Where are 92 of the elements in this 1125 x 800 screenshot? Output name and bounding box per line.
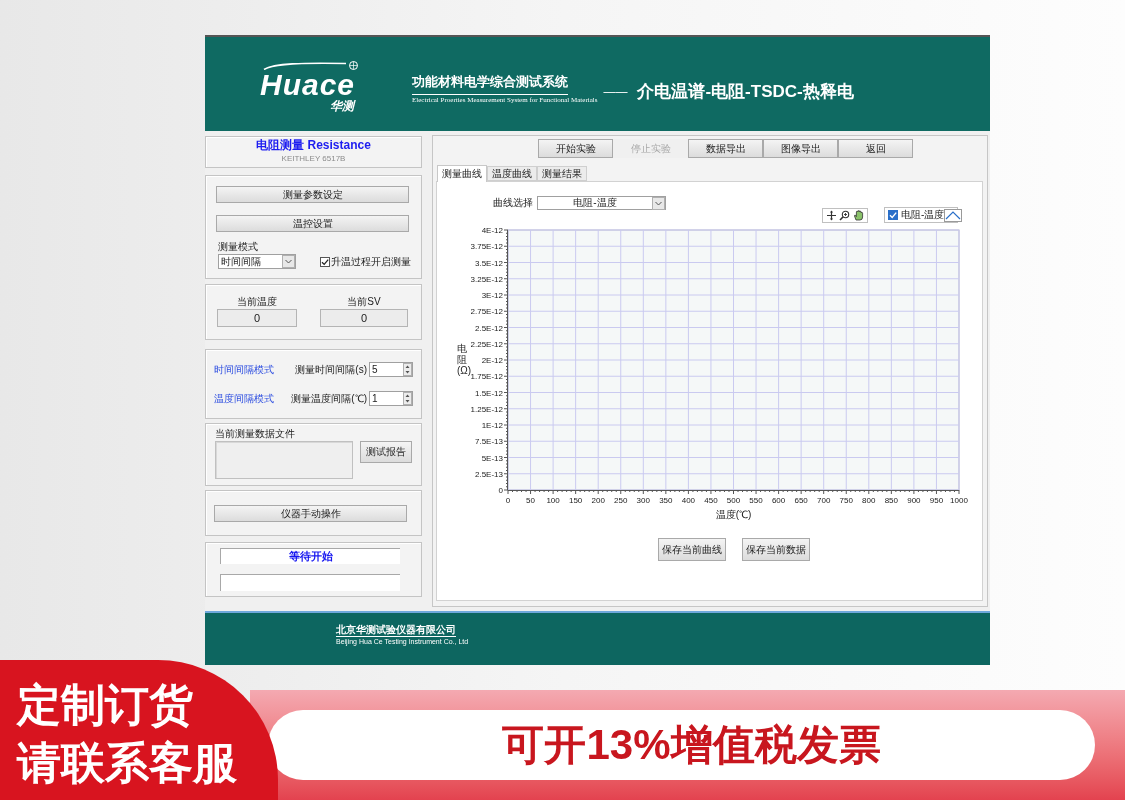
- x-tick-label: 700: [817, 496, 831, 505]
- value-display: 0: [217, 309, 297, 327]
- value-display: 0: [320, 309, 408, 327]
- status-display: 等待开始: [220, 548, 400, 564]
- x-tick-label: 550: [749, 496, 763, 505]
- badge-text: 请联系客服: [17, 737, 237, 789]
- logo-subtext: 华测: [330, 100, 354, 112]
- spin-arrows-icon[interactable]: [403, 392, 412, 405]
- y-tick-label: 3.25E-12: [471, 274, 503, 284]
- tab[interactable]: 温度曲线: [487, 166, 537, 181]
- y-tick-label: 1.25E-12: [471, 404, 503, 414]
- save-button[interactable]: 保存当前数据: [742, 538, 810, 561]
- field-label: 当前测量数据文件: [215, 428, 295, 440]
- save-button[interactable]: 保存当前曲线: [658, 538, 726, 561]
- title-separator: ——: [603, 84, 628, 101]
- hand-icon[interactable]: [852, 209, 864, 221]
- toolbar-button[interactable]: 图像导出: [763, 139, 838, 158]
- y-tick-label: 3.75E-12: [471, 242, 503, 252]
- toolbar-button[interactable]: 开始实验: [538, 139, 613, 158]
- tab[interactable]: 测量结果: [537, 166, 587, 181]
- field-label: 测量温度间隔(℃): [291, 393, 367, 404]
- logo-text: Huace: [259, 70, 356, 100]
- number-field[interactable]: 1: [369, 391, 413, 406]
- y-tick-label: 2.5E-12: [474, 323, 503, 333]
- number-field[interactable]: 5: [369, 362, 413, 377]
- manual-operation-button[interactable]: 仪器手动操作: [214, 505, 407, 522]
- y-tick-label: 1E-12: [481, 421, 503, 430]
- field-label: 测量模式: [218, 241, 258, 253]
- field-label: 曲线选择: [493, 198, 533, 208]
- chevron-down-icon: [282, 255, 295, 268]
- curve-dropdown[interactable]: 电阻-温度: [537, 196, 666, 210]
- line-style-icon[interactable]: [944, 208, 963, 222]
- x-axis-label: 温度(℃): [715, 509, 752, 520]
- x-tick-label: 950: [929, 496, 944, 505]
- badge-text: 定制订货: [17, 679, 193, 731]
- y-tick-label: 2.25E-12: [471, 339, 503, 349]
- x-tick-label: 500: [726, 496, 741, 505]
- module-title: 电阻测量 Resistance: [256, 138, 371, 153]
- checkbox[interactable]: [320, 256, 330, 267]
- y-tick-label: 1.75E-12: [471, 372, 503, 382]
- x-tick-label: 750: [839, 496, 853, 505]
- y-tick-label: 4E-12: [481, 226, 503, 235]
- report-button[interactable]: 测试报告: [360, 441, 412, 463]
- toolbar-button[interactable]: 数据导出: [688, 139, 763, 158]
- x-tick-label: 800: [862, 496, 876, 505]
- x-tick-label: 50: [526, 496, 535, 505]
- x-tick-label: 250: [614, 496, 628, 505]
- legend-label: 电阻-温度: [901, 210, 945, 220]
- field-label: 测量时间间隔(s): [295, 364, 367, 375]
- tab[interactable]: 测量曲线: [437, 165, 487, 182]
- app-title: 功能材料电学综合测试系统: [412, 70, 568, 95]
- x-tick-label: 0: [505, 496, 511, 505]
- x-tick-label: 100: [546, 496, 560, 505]
- checkbox-label: 升温过程开启测量: [331, 256, 411, 267]
- instrument-name: KEITHLEY 6517B: [281, 153, 346, 164]
- y-tick-label: 7.5E-13: [474, 437, 503, 447]
- x-tick-label: 600: [771, 496, 786, 505]
- y-tick-label: 3.5E-12: [474, 258, 503, 268]
- setup-button[interactable]: 温控设置: [216, 215, 409, 232]
- y-tick-label: 2.5E-13: [474, 469, 503, 479]
- y-tick-label: 0: [498, 486, 503, 495]
- x-tick-label: 850: [884, 496, 899, 505]
- x-tick-label: 150: [568, 496, 583, 505]
- mode-label: 温度间隔模式: [214, 393, 274, 404]
- setup-button[interactable]: 测量参数设定: [216, 186, 409, 203]
- chevron-down-icon: [652, 196, 665, 210]
- mode-dropdown[interactable]: 时间间隔: [218, 254, 296, 269]
- y-tick-label: 5E-13: [481, 453, 503, 463]
- modes-title: 介电温谱-电阻-TSDC-热释电: [637, 82, 854, 102]
- company-name: 北京华测试验仪器有限公司: [336, 624, 456, 637]
- reading-label: 当前温度: [237, 296, 277, 308]
- y-tick-label: 2.75E-12: [471, 307, 503, 317]
- zoom-icon[interactable]: [839, 209, 851, 221]
- banner-text: 可开13%增值税发票: [502, 724, 881, 766]
- x-tick-label: 400: [681, 496, 696, 505]
- mode-label: 时间间隔模式: [214, 364, 274, 375]
- y-tick-label: 3E-12: [481, 291, 503, 300]
- y-tick-label: 1.5E-12: [474, 388, 503, 398]
- spin-arrows-icon[interactable]: [403, 363, 412, 376]
- reading-label: 当前SV: [347, 296, 381, 308]
- x-tick-label: 900: [907, 496, 921, 505]
- x-tick-label: 300: [636, 496, 650, 505]
- x-tick-label: 1000: [950, 496, 968, 505]
- crosshair-icon[interactable]: [826, 209, 838, 221]
- x-tick-label: 200: [591, 496, 605, 505]
- x-tick-label: 450: [704, 496, 718, 505]
- toolbar-button[interactable]: 返回: [838, 139, 913, 158]
- x-tick-label: 350: [659, 496, 673, 505]
- y-tick-label: 2E-12: [481, 356, 503, 365]
- x-tick-label: 650: [794, 496, 808, 505]
- swoosh-icon: [262, 62, 348, 70]
- globe-icon: [349, 61, 358, 70]
